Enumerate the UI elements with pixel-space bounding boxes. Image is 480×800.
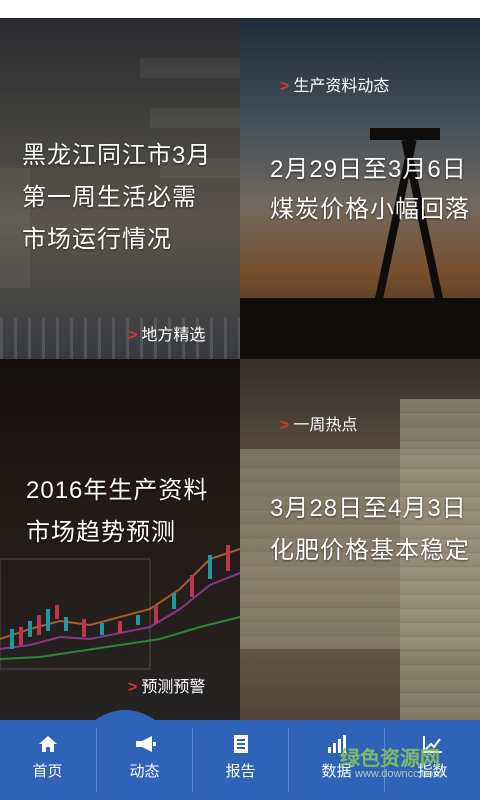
- megaphone-icon: [97, 734, 192, 754]
- chevron-right-icon: >: [280, 417, 290, 434]
- tile-title-line: 市场运行情况: [22, 226, 172, 253]
- tile-tag-label: 预测预警: [141, 679, 206, 696]
- home-icon: [0, 734, 95, 754]
- tile-local-selection[interactable]: 黑龙江同江市3月 第一周生活必需 市场运行情况 > 地方精选: [0, 18, 240, 359]
- tile-tag-label: 生产资料动态: [293, 78, 390, 95]
- tile-title-line: 2月29日至3月6日: [270, 156, 467, 183]
- tile-title-line: 市场趋势预测: [26, 519, 176, 546]
- nav-dynamics[interactable]: 动态: [97, 720, 192, 800]
- tile-title-line: 化肥价格基本稳定: [270, 537, 470, 564]
- tile-tag: > 地方精选: [128, 321, 205, 345]
- nav-label: 首页: [32, 763, 63, 780]
- chevron-right-icon: >: [128, 327, 138, 344]
- tile-title-line: 2016年生产资料: [26, 477, 209, 504]
- watermark-url: www.downcc.com: [355, 768, 443, 780]
- tile-tag: > 生产资料动态: [280, 72, 389, 96]
- tile-tag-label: 一周热点: [293, 417, 358, 434]
- nav-label: 动态: [129, 763, 160, 780]
- nav-home[interactable]: 首页: [0, 720, 95, 800]
- status-bar: [0, 0, 480, 18]
- tile-title-line: 黑龙江同江市3月: [22, 142, 212, 169]
- nav-report[interactable]: 报告: [193, 720, 288, 800]
- tile-title-line: 第一周生活必需: [22, 184, 197, 211]
- tile-production-dynamics[interactable]: > 生产资料动态 2月29日至3月6日 煤炭价格小幅回落: [240, 18, 480, 359]
- content-grid: 黑龙江同江市3月 第一周生活必需 市场运行情况 > 地方精选 > 生产资料动态 2月…: [0, 18, 480, 720]
- chevron-right-icon: >: [280, 78, 290, 95]
- tile-title-line: 3月28日至4月3日: [270, 495, 467, 522]
- tile-tag: > 预测预警: [128, 673, 205, 697]
- tile-weekly-hot[interactable]: > 一周热点 3月28日至4月3日 化肥价格基本稳定: [240, 359, 480, 720]
- tile-tag: > 一周热点: [280, 411, 357, 435]
- tile-title-line: 煤炭价格小幅回落: [270, 196, 470, 223]
- report-icon: [193, 734, 288, 754]
- tile-forecast[interactable]: 2016年生产资料 市场趋势预测 > 预测预警: [0, 359, 240, 720]
- chevron-right-icon: >: [128, 679, 138, 696]
- watermark: 绿色资源网: [340, 748, 440, 770]
- tile-tag-label: 地方精选: [141, 327, 206, 344]
- nav-label: 报告: [225, 763, 256, 780]
